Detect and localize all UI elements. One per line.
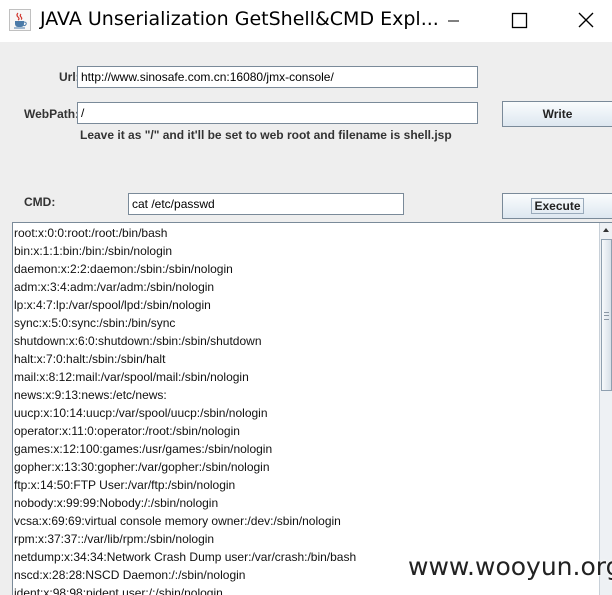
execute-button-label: Execute (531, 198, 584, 214)
title-bar: JAVA Unserialization GetShell&CMD Expl..… (0, 0, 612, 42)
output-line: gopher:x:13:30:gopher:/var/gopher:/sbin/… (14, 460, 270, 474)
java-cup-icon[interactable] (9, 9, 31, 31)
output-line: uucp:x:10:14:uucp:/var/spool/uucp:/sbin/… (14, 406, 268, 420)
window-title: JAVA Unserialization GetShell&CMD Expl..… (40, 8, 439, 30)
output-line: adm:x:3:4:adm:/var/adm:/sbin/nologin (14, 280, 215, 294)
webpath-input[interactable]: / (77, 102, 478, 124)
output-line: shutdown:x:6:0:shutdown:/sbin:/sbin/shut… (14, 334, 262, 348)
output-line: games:x:12:100:games:/usr/games:/sbin/no… (14, 442, 273, 456)
output-line: vcsa:x:69:69:virtual console memory owne… (14, 514, 341, 528)
minimize-icon (448, 20, 459, 22)
webpath-hint: Leave it as "/" and it'll be set to web … (80, 128, 452, 142)
minimize-button[interactable] (431, 0, 475, 42)
output-line: halt:x:7:0:halt:/sbin:/sbin/halt (14, 352, 166, 366)
output-line: rpm:x:37:37::/var/lib/rpm:/sbin/nologin (14, 532, 215, 546)
output-line: news:x:9:13:news:/etc/news: (14, 388, 167, 402)
output-line: lp:x:4:7:lp:/var/spool/lpd:/sbin/nologin (14, 298, 211, 312)
write-button-label: Write (542, 107, 573, 121)
close-icon (578, 12, 594, 28)
output-line: daemon:x:2:2:daemon:/sbin:/sbin/nologin (14, 262, 233, 276)
output-line: mail:x:8:12:mail:/var/spool/mail:/sbin/n… (14, 370, 249, 384)
cmd-input[interactable]: cat /etc/passwd (128, 193, 404, 215)
output-line: ftp:x:14:50:FTP User:/var/ftp:/sbin/nolo… (14, 478, 236, 492)
write-button[interactable]: Write (502, 101, 612, 127)
execute-button[interactable]: Execute (502, 193, 612, 219)
output-line: bin:x:1:1:bin:/bin:/sbin/nologin (14, 244, 173, 258)
output-scrollbar[interactable] (599, 223, 612, 595)
cmd-label: CMD: (24, 195, 56, 209)
app-window: JAVA Unserialization GetShell&CMD Expl..… (0, 0, 612, 595)
output-line: root:x:0:0:root:/root:/bin/bash (14, 226, 168, 240)
webpath-label: WebPath: (24, 107, 80, 121)
output-line: operator:x:11:0:operator:/root:/sbin/nol… (14, 424, 240, 438)
output-line: nobody:x:99:99:Nobody:/:/sbin/nologin (14, 496, 219, 510)
scroll-thumb[interactable] (601, 239, 612, 391)
close-button[interactable] (563, 0, 607, 42)
maximize-icon (511, 12, 528, 29)
watermark: www.wooyun.org (408, 552, 612, 581)
output-lines: root:x:0:0:root:/root:/bin/bash bin:x:1:1… (14, 226, 356, 595)
scroll-up-arrow-icon[interactable] (600, 223, 612, 237)
scroll-grip-icon (604, 312, 609, 320)
output-line: sync:x:5:0:sync:/sbin:/bin/sync (14, 316, 176, 330)
output-line: netdump:x:34:34:Network Crash Dump user:… (14, 550, 357, 564)
output-line: nscd:x:28:28:NSCD Daemon:/:/sbin/nologin (14, 568, 246, 582)
output-textarea[interactable]: root:x:0:0:root:/root:/bin/bash bin:x:1:1… (12, 222, 612, 595)
maximize-button[interactable] (497, 0, 541, 42)
url-input[interactable]: http://www.sinosafe.com.cn:16080/jmx-con… (77, 66, 478, 88)
output-line: ident:x:98:98:pident user:/:/sbin/nologi… (14, 586, 223, 595)
